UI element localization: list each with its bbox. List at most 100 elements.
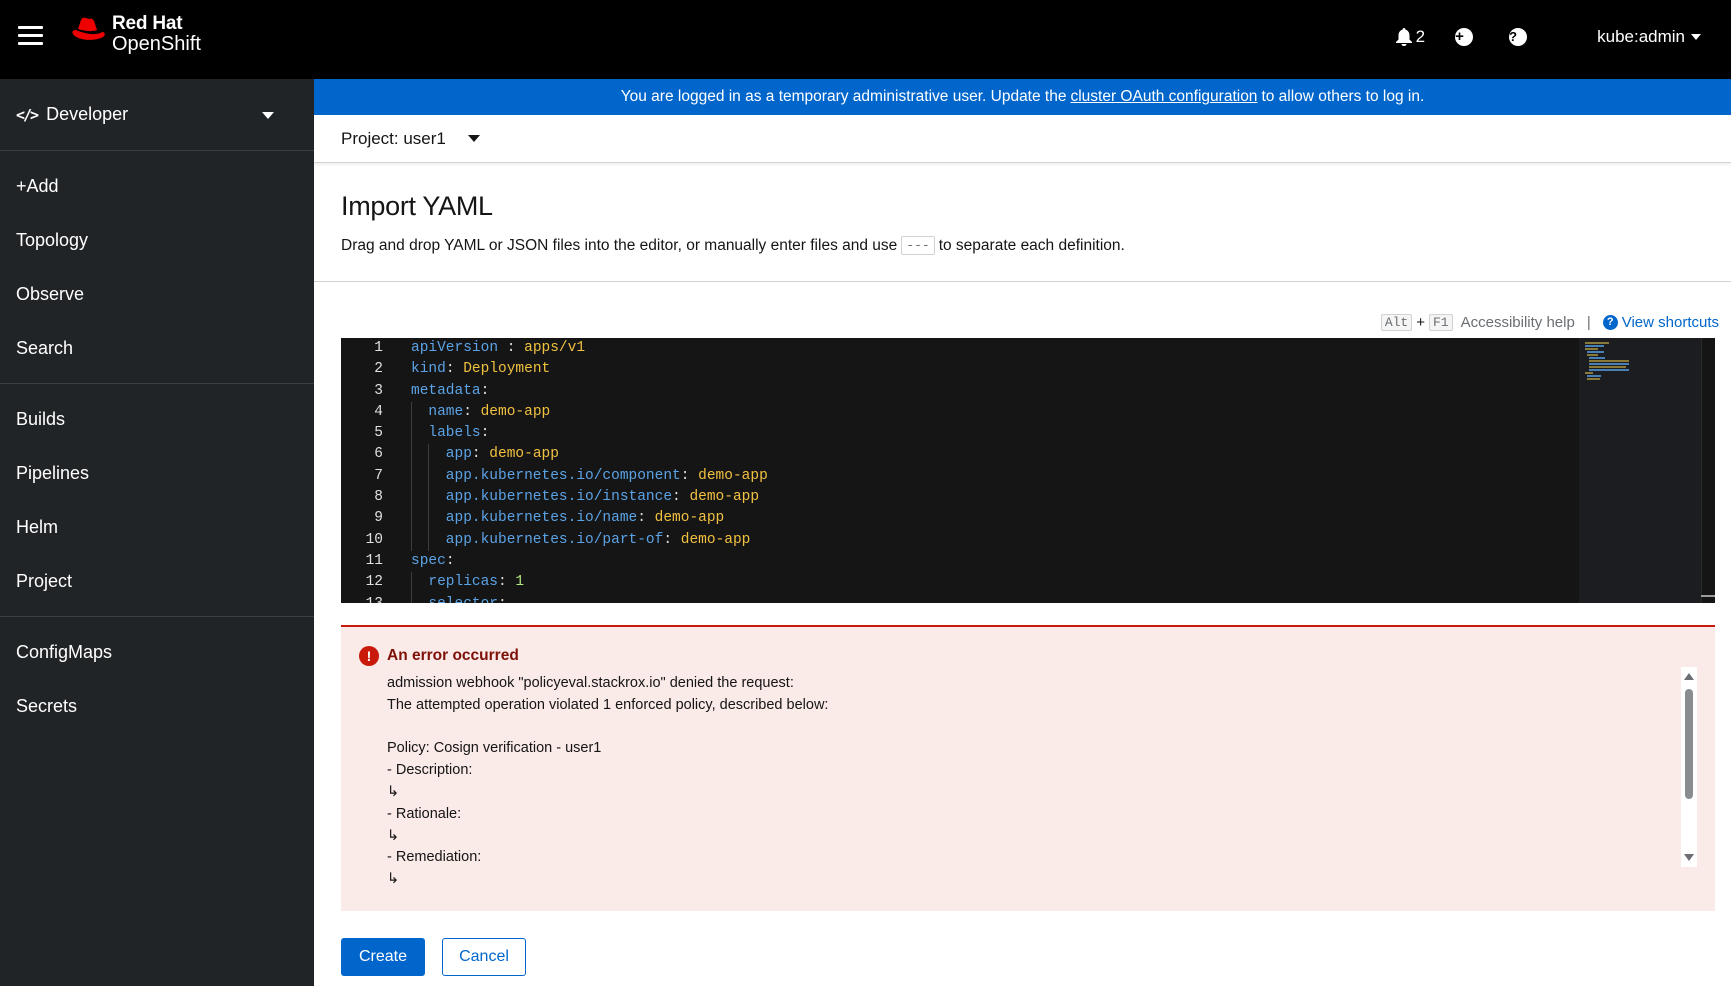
accessibility-help: Accessibility help xyxy=(1460,314,1575,331)
yaml-key: app.kubernetes.io/component xyxy=(445,467,681,484)
indent-guide xyxy=(428,465,430,488)
line-number: 13 xyxy=(341,594,411,603)
nav-item-configmaps[interactable]: ConfigMaps xyxy=(0,625,314,679)
user-name: kube:admin xyxy=(1597,27,1685,46)
yaml-key: spec xyxy=(411,552,446,569)
yaml-value: demo-app xyxy=(680,489,760,506)
user-menu[interactable]: kube:admin xyxy=(1597,27,1701,47)
notifications-button[interactable]: 2 xyxy=(1395,27,1426,47)
yaml-colon: : xyxy=(445,552,455,569)
main-content: You are logged in as a temporary adminis… xyxy=(314,79,1731,986)
kbd-f1: F1 xyxy=(1429,314,1453,331)
error-alert: ! An error occurred admission webhook "p… xyxy=(341,625,1715,911)
editor-vertical-scrollbar[interactable] xyxy=(1701,338,1715,603)
project-label: Project: user1 xyxy=(341,128,446,148)
perspective-switcher[interactable]: </> Developer xyxy=(0,79,314,151)
editor-scroll-indicator xyxy=(1701,595,1715,597)
yaml-value: Deployment xyxy=(454,361,551,378)
quick-create-plus-icon[interactable]: + xyxy=(1455,28,1474,46)
cancel-button[interactable]: Cancel xyxy=(442,938,526,976)
editor-minimap[interactable] xyxy=(1579,338,1701,603)
nav-item-builds[interactable]: Builds xyxy=(0,392,314,446)
line-number: 5 xyxy=(374,425,383,442)
minimap-line xyxy=(1589,369,1629,371)
line-number: 6 xyxy=(374,446,383,463)
yaml-key: selector xyxy=(428,596,498,603)
alert-title: An error occurred xyxy=(387,647,519,664)
line-number: 10 xyxy=(365,531,383,548)
alert-line: admission webhook "policyeval.stackrox.i… xyxy=(387,675,794,691)
editor-help-row: Alt + F1 Accessibility help | ? View sho… xyxy=(1380,314,1719,331)
question-circle-icon: ? xyxy=(1602,315,1618,330)
notification-count: 2 xyxy=(1415,27,1426,46)
yaml-key: app.kubernetes.io/name xyxy=(445,510,638,527)
yaml-key: app.kubernetes.io/instance xyxy=(445,489,673,506)
indent-guide xyxy=(428,487,430,509)
yaml-colon: : xyxy=(663,531,673,548)
code-icon: </> xyxy=(16,105,39,124)
nav-item-helm[interactable]: Helm xyxy=(0,500,314,554)
create-button[interactable]: Create xyxy=(341,938,425,976)
yaml-colon: : xyxy=(471,446,481,463)
yaml-key: apiVersion xyxy=(411,340,507,356)
indent-guide xyxy=(411,572,412,594)
view-shortcuts-label: View shortcuts xyxy=(1621,314,1719,331)
page-title: Import YAML xyxy=(341,191,493,221)
scroll-thumb[interactable] xyxy=(1685,689,1693,799)
caret-down-icon xyxy=(262,112,274,119)
brand-line2: OpenShift xyxy=(112,32,201,55)
page-description: Drag and drop YAML or JSON files into th… xyxy=(341,236,1731,255)
banner-text-after: to allow others to log in. xyxy=(1261,88,1425,105)
brand-logo[interactable]: Red Hat OpenShift xyxy=(70,14,201,55)
code-area[interactable]: apiVersion : apps/v1 kind: Deployment meta… xyxy=(411,338,1579,603)
scroll-down-arrow-icon[interactable] xyxy=(1684,854,1694,861)
yaml-editor[interactable]: 12345678910111213 apiVersion : apps/v1ki… xyxy=(341,338,1715,603)
nav-item-search[interactable]: Search xyxy=(0,321,314,375)
hamburger-menu-icon[interactable] xyxy=(18,26,43,46)
alert-line: Policy: Cosign verification - user1 xyxy=(387,740,602,757)
oauth-config-link[interactable]: cluster OAuth configuration xyxy=(1070,88,1257,106)
nav-item-observe[interactable]: Observe xyxy=(0,267,314,321)
alert-line: - Description: xyxy=(387,762,473,779)
alert-scrollbar[interactable] xyxy=(1681,667,1697,867)
nav-item-pipelines[interactable]: Pipelines xyxy=(0,446,314,500)
code-line: app.kubernetes.io/part-of: demo-app xyxy=(411,529,1579,551)
project-selector[interactable]: Project: user1 xyxy=(314,115,1731,163)
code-line: selector: xyxy=(411,593,1579,603)
minimap-line xyxy=(1587,375,1601,377)
line-number-gutter: 12345678910111213 xyxy=(341,338,411,603)
minimap-line xyxy=(1587,354,1598,356)
line-number: 11 xyxy=(365,552,383,569)
minimap-line xyxy=(1589,357,1606,359)
nav-item-topology[interactable]: Topology xyxy=(0,213,314,267)
indent-guide xyxy=(411,423,412,445)
code-line: spec: xyxy=(411,551,1579,572)
alert-line: ↳ xyxy=(387,871,400,888)
code-line: metadata: xyxy=(411,381,1579,402)
yaml-colon: : xyxy=(480,425,490,442)
yaml-colon: : xyxy=(498,596,507,603)
minimap-line xyxy=(1585,348,1598,350)
code-line: app: demo-app xyxy=(411,444,1579,466)
yaml-value: 1 xyxy=(506,574,525,591)
nav-item-project[interactable]: Project xyxy=(0,554,314,608)
indent-guide xyxy=(411,593,412,603)
yaml-value: demo-app xyxy=(471,403,551,420)
code-line: name: demo-app xyxy=(411,401,1579,424)
nav-item-add[interactable]: +Add xyxy=(0,159,314,213)
code-line: app.kubernetes.io/instance: demo-app xyxy=(411,487,1579,509)
minimap-line xyxy=(1585,372,1594,374)
code-line: labels: xyxy=(411,423,1579,445)
nav-item-secrets[interactable]: Secrets xyxy=(0,679,314,733)
help-question-icon[interactable]: ? xyxy=(1509,28,1528,46)
yaml-colon: : xyxy=(672,489,681,506)
redhat-logo-icon xyxy=(72,17,105,40)
minimap-line xyxy=(1585,345,1605,347)
nav-group-workloads: Builds Pipelines Helm Project xyxy=(0,384,314,617)
yaml-value: apps/v1 xyxy=(515,340,586,356)
line-number: 7 xyxy=(374,467,383,484)
indent-guide xyxy=(411,529,412,551)
scroll-up-arrow-icon[interactable] xyxy=(1684,673,1694,680)
view-shortcuts-link[interactable]: ? View shortcuts xyxy=(1602,314,1719,331)
alert-line: The attempted operation violated 1 enfor… xyxy=(387,696,829,713)
